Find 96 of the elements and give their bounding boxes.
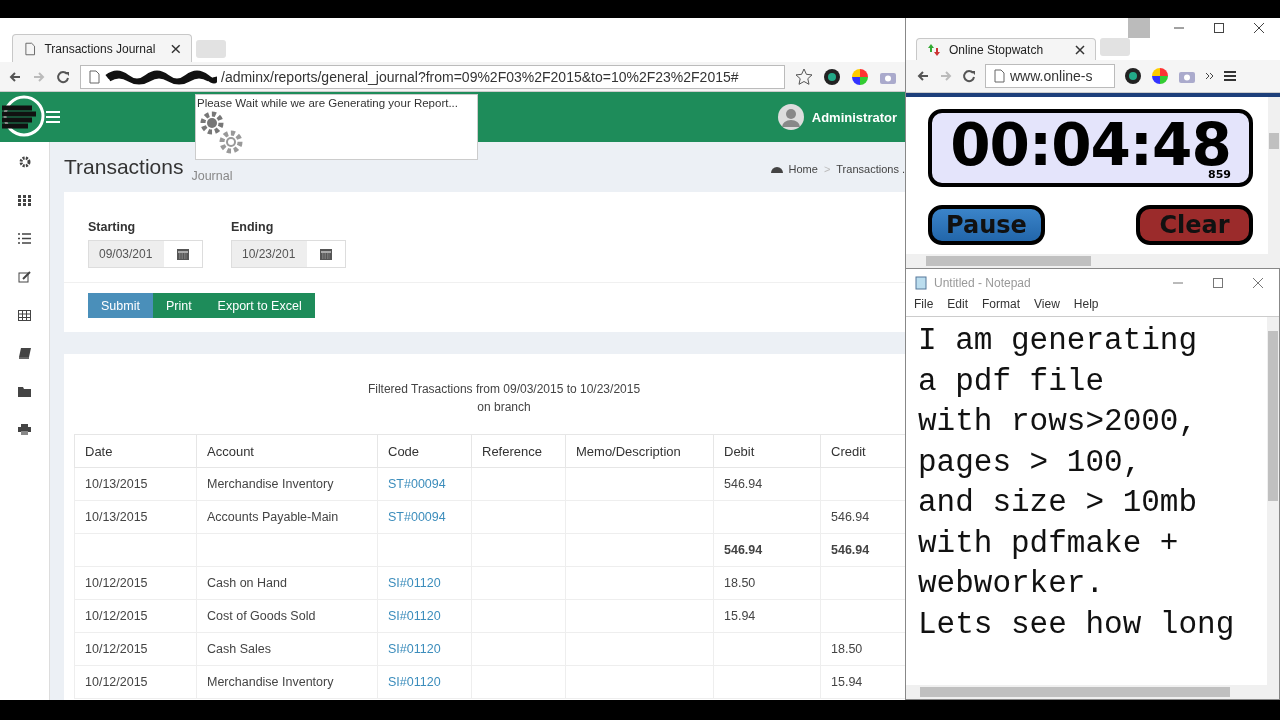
- table-cell: 10/13/2015: [74, 500, 197, 534]
- column-header: Account: [196, 434, 378, 468]
- menu-item[interactable]: File: [914, 297, 934, 316]
- calendar-icon[interactable]: [177, 248, 189, 260]
- browser-tab[interactable]: Transactions Journal: [12, 34, 192, 62]
- gear-icon[interactable]: [18, 156, 31, 168]
- table-cell: 10/12/2015: [74, 632, 197, 666]
- table-icon[interactable]: [18, 310, 31, 321]
- milliseconds: 859: [1208, 168, 1231, 181]
- stopwatch-button[interactable]: Pause: [928, 205, 1045, 245]
- table-cell: Cash on Hand: [196, 566, 378, 600]
- column-header: Code: [377, 434, 472, 468]
- table-cell: 10/12/2015: [74, 599, 197, 633]
- back-icon[interactable]: [916, 69, 930, 83]
- page-subtitle: Journal: [191, 169, 233, 183]
- scrollbar[interactable]: [906, 685, 1279, 699]
- extension-icon[interactable]: [823, 67, 841, 86]
- maximize-icon[interactable]: [1213, 278, 1223, 288]
- close-icon[interactable]: [171, 43, 181, 54]
- column-header: Date: [74, 434, 197, 468]
- grid-icon[interactable]: [18, 195, 31, 206]
- address-bar[interactable]: /adminx/reports/general_journal?from=09%2F03%2F2015&to=10%2F23%2F2015#: [80, 64, 785, 89]
- scrollbar[interactable]: [1267, 317, 1279, 685]
- table-cell: Merchandise Inventory: [196, 665, 378, 699]
- date-field[interactable]: 09/03/201: [88, 240, 203, 268]
- code-link[interactable]: SI#01120: [377, 599, 472, 633]
- action-button[interactable]: Submit: [88, 293, 153, 318]
- maximize-icon[interactable]: [1214, 23, 1224, 33]
- code-link[interactable]: ST#00094: [377, 467, 472, 501]
- url-text: www.online-s: [1010, 68, 1093, 84]
- field-label: Ending: [231, 220, 275, 234]
- report-subheading: on branch: [477, 400, 531, 414]
- color-wheel-icon[interactable]: [1151, 67, 1169, 85]
- code-link[interactable]: SI#01120: [377, 632, 472, 666]
- field-label: Starting: [88, 220, 137, 234]
- close-icon[interactable]: [1254, 23, 1264, 33]
- arrows-icon: [927, 42, 941, 57]
- menu-item[interactable]: View: [1034, 297, 1060, 316]
- url-text: /adminx/reports/general_journal?from=09%2F03%2F2015&to=10%2F23%2F2015#: [221, 68, 739, 85]
- table-cell: Cost of Goods Sold: [196, 599, 378, 633]
- scrollbar[interactable]: [906, 254, 1280, 268]
- notepad-text[interactable]: I am generating a pdf file with rows>2000, pages > 100, and size > 10mb with pdfmake + webworker. Lets see how long: [906, 317, 1267, 685]
- user-name[interactable]: Administrator: [811, 109, 897, 125]
- reload-icon[interactable]: [962, 69, 976, 83]
- table-cell: Accounts Payable-Main: [196, 500, 378, 534]
- table-cell: 546.94: [713, 533, 821, 567]
- browser-tab[interactable]: Online Stopwatch: [916, 38, 1096, 60]
- action-button[interactable]: Print: [152, 293, 205, 318]
- reload-icon[interactable]: [56, 69, 70, 84]
- report-heading: Filtered Trasactions from 09/03/2015 to 10/23/2015: [367, 382, 641, 396]
- calendar-icon[interactable]: [320, 248, 332, 260]
- loading-message: Please Wait while we are Generating your Report...: [197, 97, 459, 109]
- book-icon[interactable]: [18, 348, 31, 359]
- code-link[interactable]: SI#01120: [377, 566, 472, 600]
- page-title: Transactions: [64, 155, 184, 179]
- table-cell: 546.94: [713, 467, 821, 501]
- breadcrumb-link[interactable]: Home: [788, 163, 818, 175]
- list-icon[interactable]: [18, 233, 31, 244]
- column-header: Debit: [713, 434, 821, 468]
- code-link[interactable]: ST#00094: [377, 500, 472, 534]
- notepad-icon: [914, 276, 928, 290]
- page-icon: [87, 69, 101, 84]
- avatar: [777, 104, 804, 130]
- star-icon[interactable]: [795, 67, 813, 86]
- date-field[interactable]: 10/23/201: [231, 240, 346, 268]
- scrollbar[interactable]: [1268, 97, 1280, 254]
- page-icon: [992, 69, 1006, 83]
- menu-item[interactable]: Format: [982, 297, 1021, 316]
- dashboard-icon: [770, 164, 783, 174]
- table-cell: Merchandise Inventory: [196, 467, 378, 501]
- menu-icon[interactable]: [1224, 70, 1236, 82]
- table-cell: 18.50: [713, 566, 821, 600]
- close-icon[interactable]: [1075, 44, 1085, 55]
- printer-icon[interactable]: [18, 424, 31, 435]
- menu-item[interactable]: Help: [1073, 297, 1099, 316]
- menu-item[interactable]: Edit: [947, 297, 969, 316]
- edit-icon[interactable]: [18, 271, 31, 283]
- table-cell: 10/12/2015: [74, 566, 197, 600]
- folder-icon[interactable]: [18, 386, 31, 397]
- address-bar[interactable]: www.online-s: [985, 64, 1115, 88]
- column-header: Reference: [471, 434, 566, 468]
- overflow-icon[interactable]: [1205, 71, 1215, 81]
- window-title: Untitled - Notepad: [934, 276, 1031, 290]
- table-cell: 15.94: [713, 599, 821, 633]
- action-button[interactable]: Export to Excel: [204, 293, 315, 318]
- back-icon[interactable]: [8, 69, 22, 84]
- breadcrumb-separator: >: [823, 163, 831, 175]
- color-wheel-icon[interactable]: [851, 67, 869, 86]
- code-link[interactable]: SI#01120: [377, 665, 472, 699]
- breadcrumb-link[interactable]: Transactions .: [836, 163, 905, 175]
- page-icon: [23, 41, 37, 56]
- table-cell: Cash Sales: [196, 632, 378, 666]
- table-cell: 10/13/2015: [74, 467, 197, 501]
- extension-icon[interactable]: [1124, 67, 1142, 85]
- table-cell: 10/12/2015: [74, 665, 197, 699]
- column-header: Memo/Description: [565, 434, 714, 468]
